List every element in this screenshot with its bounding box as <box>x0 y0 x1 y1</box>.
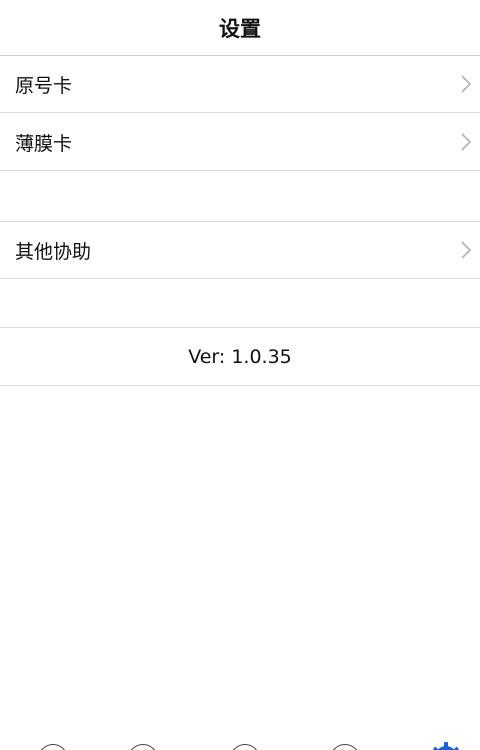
chevron-right-icon <box>461 241 472 259</box>
tab-bar <box>0 738 480 750</box>
chevron-right-icon <box>461 133 472 151</box>
navigation-bar: 设置 <box>0 0 480 56</box>
row-label: 薄膜卡 <box>15 132 73 155</box>
row-label: 原号卡 <box>15 74 73 97</box>
settings-gear-icon[interactable] <box>431 742 461 750</box>
row-other-help[interactable]: 其他协助 <box>0 222 480 279</box>
page-title: 设置 <box>219 16 261 41</box>
tab-icon-1[interactable] <box>38 744 68 750</box>
section-spacer <box>0 279 480 328</box>
row-label: 其他协助 <box>15 240 92 263</box>
version-label: Ver: 1.0.35 <box>0 328 480 386</box>
row-original-card[interactable]: 原号卡 <box>0 56 480 113</box>
section-spacer <box>0 172 480 222</box>
chevron-right-icon <box>461 75 472 93</box>
tab-icon-3[interactable] <box>230 744 260 750</box>
row-film-card[interactable]: 薄膜卡 <box>0 114 480 171</box>
tab-icon-4[interactable] <box>330 744 360 750</box>
tab-icon-2[interactable] <box>128 744 158 750</box>
